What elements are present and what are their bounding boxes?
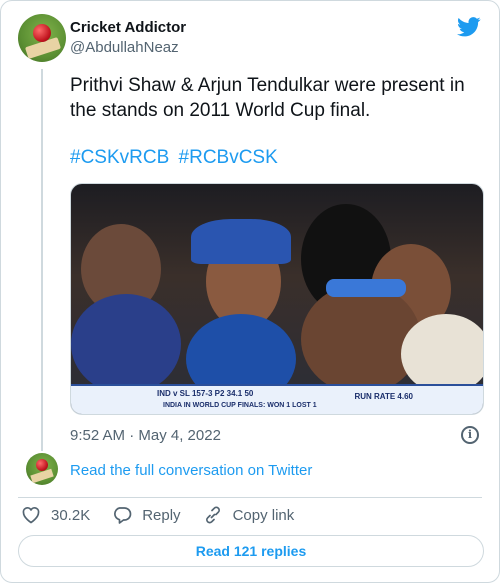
author-name[interactable]: Cricket Addictor <box>70 19 186 36</box>
avatar[interactable] <box>26 453 58 485</box>
score-line: IND v SL 157-3 P2 34.1 50 <box>157 389 254 398</box>
avatar[interactable] <box>18 14 66 62</box>
tweet-photo[interactable]: IND v SL 157-3 P2 34.1 50 INDIA IN WORLD… <box>70 183 484 415</box>
score-subline: INDIA IN WORLD CUP FINALS: WON 1 LOST 1 <box>163 402 317 409</box>
heart-icon <box>22 507 40 524</box>
thread-line <box>41 69 43 451</box>
tweet-timestamp[interactable]: 9:52 AM · May 4, 2022 <box>70 427 221 444</box>
tweet-card: Cricket Addictor @AbdullahNeaz Prithvi S… <box>0 0 500 583</box>
reply-button[interactable]: Reply <box>112 506 181 524</box>
read-conversation-link[interactable]: Read the full conversation on Twitter <box>70 462 312 479</box>
hashtag-link[interactable]: #CSKvRCB <box>70 147 169 168</box>
like-button[interactable]: 30.2K <box>21 506 90 524</box>
read-replies-button[interactable]: Read 121 replies <box>18 535 484 567</box>
divider <box>18 497 482 498</box>
reply-label: Reply <box>142 506 181 524</box>
hashtags: #CSKvRCB #RCBvCSK <box>70 147 282 169</box>
copy-link-button[interactable]: Copy link <box>203 506 295 524</box>
tweet-text: Prithvi Shaw & Arjun Tendulkar were pres… <box>70 75 465 121</box>
author-handle[interactable]: @AbdullahNeaz <box>70 39 179 56</box>
link-icon <box>205 506 220 524</box>
like-count: 30.2K <box>51 506 91 524</box>
score-banner <box>71 384 483 414</box>
copy-link-label: Copy link <box>232 506 295 524</box>
reply-icon <box>114 507 132 524</box>
action-bar: 30.2K Reply Copy link <box>21 505 316 525</box>
info-icon[interactable]: i <box>461 426 479 444</box>
twitter-bird-icon[interactable] <box>457 17 481 37</box>
hashtag-link[interactable]: #RCBvCSK <box>179 147 278 168</box>
run-rate: RUN RATE 4.60 <box>354 392 413 401</box>
